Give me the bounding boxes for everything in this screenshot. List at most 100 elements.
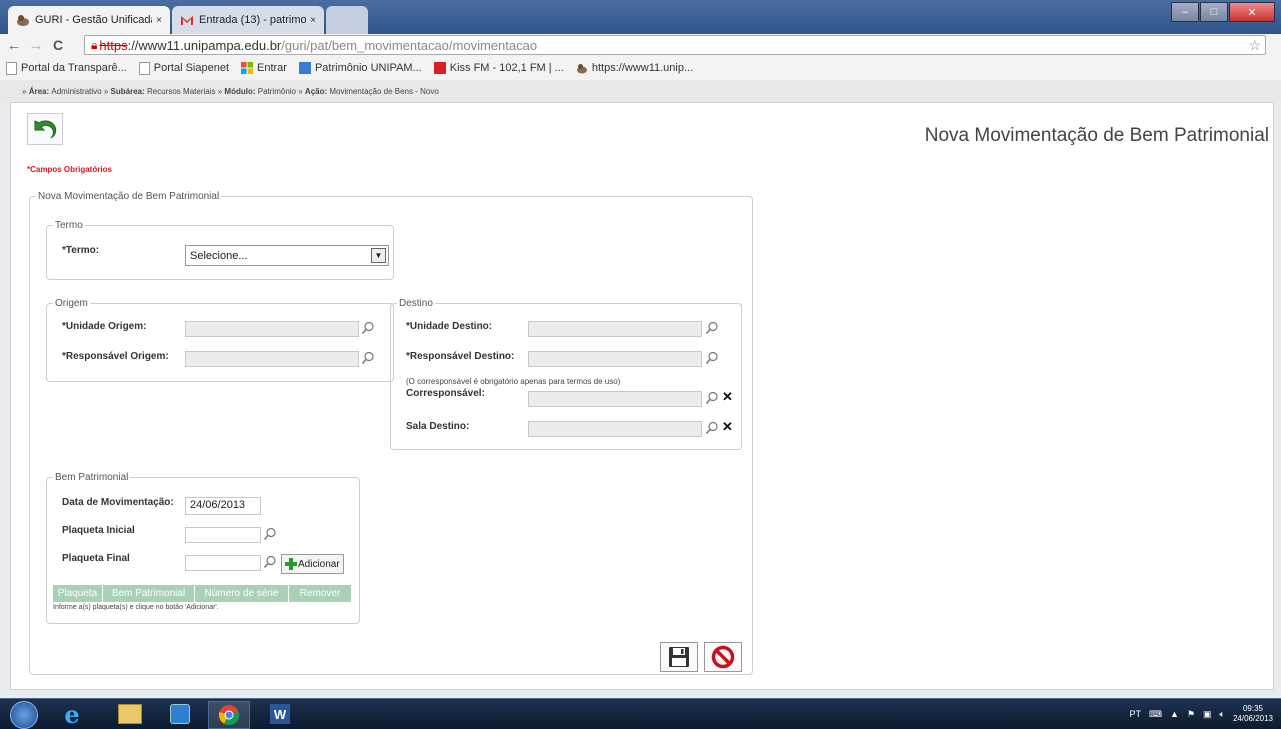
clock-time: 09:35 [1242, 704, 1263, 713]
search-icon[interactable] [263, 555, 277, 569]
bem-patrimonial-fieldset: Bem Patrimonial Data de Movimentação: 24… [46, 472, 360, 624]
tab-close-icon[interactable]: × [156, 15, 162, 26]
corresponsavel-label: Corresponsável: [406, 388, 485, 399]
forward-arrow-icon[interactable]: → [28, 37, 44, 53]
windows-taskbar: e W PT ⌨ ▲ ⚑ ▣ 🔈︎ 09:35 24/06/2013 [0, 698, 1281, 729]
search-icon[interactable] [705, 421, 719, 435]
new-tab-button[interactable] [326, 6, 368, 34]
tab-close-icon[interactable]: × [310, 15, 316, 26]
guri-favicon-icon [17, 15, 29, 26]
add-button[interactable]: Adicionar [281, 554, 344, 574]
clear-icon[interactable]: ✕ [722, 419, 733, 435]
page-content: Nova Movimentação de Bem Patrimonial *Ca… [10, 102, 1274, 690]
back-arrow-icon[interactable]: ← [6, 37, 22, 53]
corresponsavel-note: (O corresponsável é obrigatório apenas p… [406, 377, 621, 386]
column-header: Número de série [195, 585, 289, 602]
add-button-label: Adicionar [298, 558, 340, 570]
minimize-icon[interactable]: – [1171, 2, 1199, 22]
search-icon[interactable] [705, 391, 719, 405]
breadcrumb-sep: » [103, 86, 109, 96]
plaqueta-final-input[interactable] [185, 555, 261, 571]
word-icon[interactable]: W [260, 701, 300, 727]
window-close-icon[interactable]: ✕ [1229, 2, 1275, 22]
url-host: ://www11.unipampa.edu.br [127, 37, 282, 53]
fieldset-legend: Destino [399, 298, 433, 309]
save-button[interactable] [660, 642, 698, 672]
plus-icon [285, 558, 297, 570]
breadcrumb-sep: » [298, 86, 303, 96]
bookmark-item[interactable]: Entrar [241, 62, 287, 74]
system-tray: PT ⌨ ▲ ⚑ ▣ 🔈︎ 09:35 24/06/2013 [1130, 699, 1273, 729]
browser-toolbar: ← → C 🔒︎ https ://www11.unipampa.edu.br … [0, 34, 1281, 56]
network-icon[interactable]: ▣ [1203, 709, 1212, 720]
search-icon[interactable] [705, 321, 719, 335]
bookmark-star-icon[interactable]: ☆ [1248, 37, 1261, 54]
bookmark-label: https://www11.unip... [591, 62, 694, 74]
bookmark-label: Entrar [257, 62, 287, 74]
back-button[interactable] [27, 113, 63, 145]
undo-arrow-icon [34, 120, 57, 139]
fieldset-legend: Bem Patrimonial [55, 472, 129, 483]
data-movimentacao-input[interactable]: 24/06/2013 [185, 497, 261, 515]
breadcrumb-modulo: Patrimônio [257, 86, 296, 96]
unidade-origem-label: *Unidade Origem: [62, 321, 147, 332]
breadcrumb-area: Administrativo [51, 86, 102, 96]
mail-icon [298, 62, 311, 74]
kiss-fm-icon [433, 62, 446, 74]
corresponsavel-input[interactable] [528, 391, 702, 407]
language-indicator[interactable]: PT [1130, 709, 1142, 719]
bens-table-header: Plaqueta Bem Patrimonial Número de série… [53, 585, 351, 602]
chrome-icon[interactable] [208, 701, 250, 729]
data-movimentacao-value: 24/06/2013 [190, 499, 246, 511]
fieldset-legend: Origem [55, 298, 88, 309]
file-explorer-icon[interactable] [110, 701, 150, 727]
plaqueta-inicial-input[interactable] [185, 527, 261, 543]
search-icon[interactable] [263, 527, 277, 541]
bookmark-item[interactable]: Portal da Transparê... [6, 61, 127, 75]
search-icon[interactable] [361, 351, 375, 365]
termo-select[interactable]: Selecione... ▼ [185, 245, 389, 266]
address-bar[interactable]: 🔒︎ https ://www11.unipampa.edu.br /guri/… [84, 35, 1266, 55]
clock[interactable]: 09:35 24/06/2013 [1233, 704, 1273, 724]
clear-icon[interactable]: ✕ [722, 389, 733, 405]
keyboard-icon[interactable]: ⌨ [1149, 709, 1162, 720]
breadcrumb-subarea-label: Subárea: [110, 86, 145, 96]
start-button[interactable] [10, 701, 38, 729]
reload-icon[interactable]: C [50, 37, 66, 53]
unidade-destino-input[interactable] [528, 321, 702, 337]
required-fields-note: *Campos Obrigatórios [27, 165, 112, 174]
bookmark-item[interactable]: Portal Siapenet [138, 61, 229, 75]
cancel-button[interactable] [704, 642, 742, 672]
search-icon[interactable] [705, 351, 719, 365]
windows-logo-icon [241, 62, 253, 74]
tab-guri[interactable]: GURI - Gestão Unificada d × [8, 6, 170, 34]
bookmark-label: Patrimônio UNIPAM... [314, 62, 422, 74]
search-icon[interactable] [361, 321, 375, 335]
guri-favicon-icon [576, 64, 587, 74]
bookmark-item[interactable]: Patrimônio UNIPAM... [298, 62, 422, 74]
responsavel-destino-input[interactable] [528, 351, 702, 367]
breadcrumb: » Área: Administrativo » Subárea: Recurs… [0, 80, 1281, 102]
fieldset-legend: Nova Movimentação de Bem Patrimonial [38, 191, 220, 202]
responsavel-destino-label: *Responsável Destino: [406, 351, 515, 362]
media-player-icon[interactable] [160, 701, 200, 727]
flag-icon[interactable]: ⚑ [1187, 709, 1195, 720]
internet-explorer-icon[interactable]: e [52, 700, 92, 729]
termo-label: *Termo: [62, 245, 100, 256]
bookmark-label: Portal Siapenet [153, 62, 229, 74]
maximize-icon[interactable]: □ [1200, 2, 1228, 22]
gmail-icon [181, 16, 193, 25]
bookmark-item[interactable]: Kiss FM - 102,1 FM | ... [433, 62, 564, 74]
sala-destino-input[interactable] [528, 421, 702, 437]
responsavel-origem-input[interactable] [185, 351, 359, 367]
breadcrumb-subarea: Recursos Materiais [147, 86, 216, 96]
unidade-origem-input[interactable] [185, 321, 359, 337]
column-header: Plaqueta [53, 585, 103, 602]
volume-icon[interactable]: 🔈︎ [1220, 709, 1225, 720]
show-hidden-icons-icon[interactable]: ▲ [1170, 709, 1179, 719]
tab-gmail[interactable]: Entrada (13) - patrimonio × [172, 6, 324, 34]
origem-fieldset: Origem *Unidade Origem: *Responsável Ori… [46, 298, 394, 382]
breadcrumb-sep: » [217, 86, 223, 96]
column-header: Bem Patrimonial [103, 585, 195, 602]
bookmark-item[interactable]: https://www11.unip... [576, 62, 693, 74]
